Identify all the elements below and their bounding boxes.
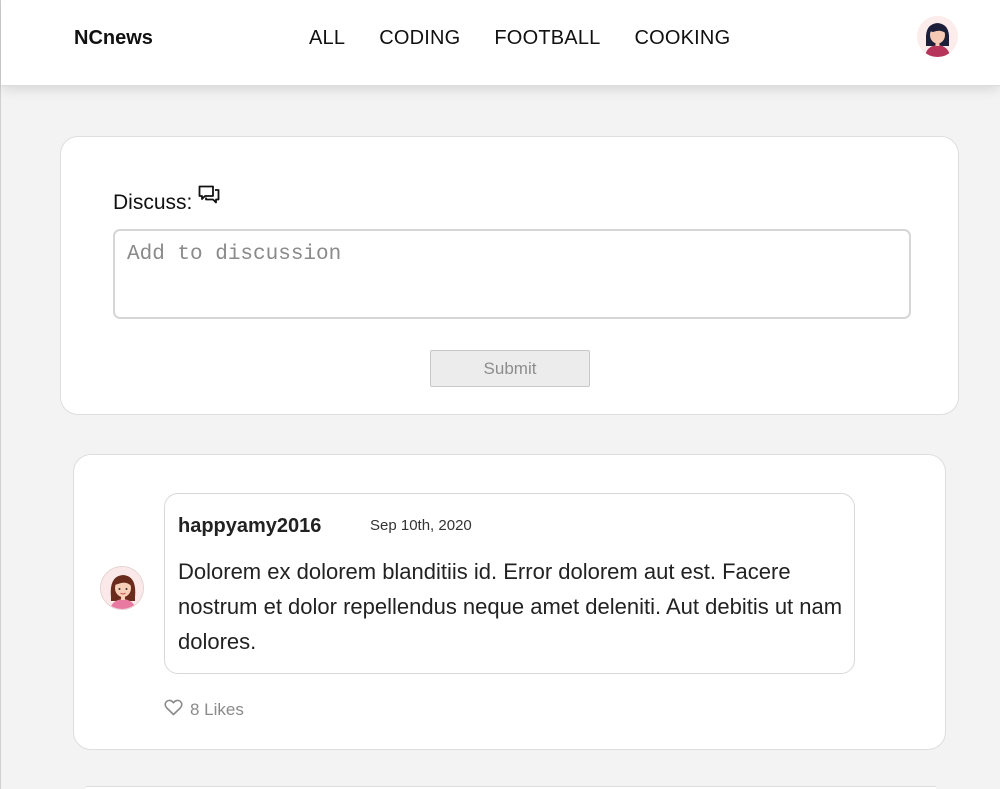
comment-body: Dolorem ex dolorem blanditiis id. Error … — [178, 559, 843, 654]
nav-link-cooking[interactable]: COOKING — [634, 27, 730, 50]
nav-link-all[interactable]: ALL — [309, 27, 345, 50]
site-logo[interactable]: NCnews — [74, 27, 153, 50]
discussion-input[interactable] — [113, 229, 911, 319]
submit-button[interactable]: Submit — [430, 350, 590, 387]
comment-author[interactable]: happyamy2016 — [178, 515, 321, 538]
heart-icon[interactable] — [164, 699, 183, 721]
nav-link-football[interactable]: FOOTBALL — [494, 27, 600, 50]
topic-nav: ALL CODING FOOTBALL COOKING — [309, 27, 764, 50]
top-nav-bar: NCnews ALL CODING FOOTBALL COOKING — [1, 0, 1000, 86]
page: NCnews ALL CODING FOOTBALL COOKING Discu… — [0, 0, 1000, 789]
comment-avatar — [100, 566, 144, 610]
user-avatar-icon[interactable] — [917, 16, 958, 57]
comment-card: happyamy2016 Sep 10th, 2020 Dolorem ex d… — [73, 454, 946, 750]
discuss-label: Discuss: — [113, 191, 193, 214]
chat-bubbles-icon — [198, 185, 220, 211]
like-button[interactable]: 8 Likes — [164, 699, 244, 721]
discuss-card: Discuss: Submit — [60, 136, 959, 415]
comment-date: Sep 10th, 2020 — [370, 517, 472, 534]
comment-bubble: happyamy2016 Sep 10th, 2020 Dolorem ex d… — [164, 493, 855, 674]
nav-link-coding[interactable]: CODING — [379, 27, 460, 50]
discuss-heading: Discuss: — [113, 185, 220, 215]
likes-count: 8 Likes — [190, 700, 244, 719]
